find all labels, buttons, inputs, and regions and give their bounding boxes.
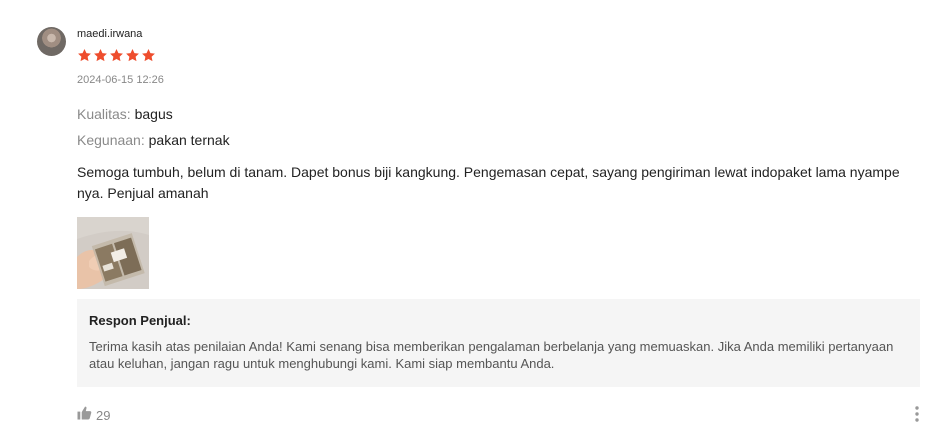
review-comment: Semoga tumbuh, belum di tanam. Dapet bon… xyxy=(77,164,900,201)
star-icon xyxy=(126,48,139,62)
review-timestamp: 2024-06-15 12:26 xyxy=(77,74,164,86)
star-rating xyxy=(77,48,156,63)
product-review: maedi.irwana 2024-06-15 12:26 Kualitas: … xyxy=(0,0,937,438)
seller-response-text: Terima kasih atas penilaian Anda! Kami s… xyxy=(89,339,894,371)
more-vertical-icon xyxy=(915,406,919,422)
avatar[interactable] xyxy=(37,27,66,56)
star-icon xyxy=(94,48,107,62)
attribute-usage-label: Kegunaan: xyxy=(77,132,145,148)
star-icon xyxy=(78,48,91,62)
thumbs-up-icon xyxy=(77,406,92,425)
star-icon xyxy=(110,48,123,62)
attribute-quality: Kualitas: bagus xyxy=(77,106,173,122)
seller-response: Respon Penjual: Terima kasih atas penila… xyxy=(77,299,920,387)
star-icon xyxy=(142,48,155,62)
review-username[interactable]: maedi.irwana xyxy=(77,28,142,40)
more-options-button[interactable] xyxy=(911,405,923,423)
attribute-quality-label: Kualitas: xyxy=(77,106,131,122)
attribute-quality-value: bagus xyxy=(134,106,173,122)
like-button[interactable]: 29 xyxy=(77,406,110,425)
like-count: 29 xyxy=(96,408,111,423)
attribute-usage: Kegunaan: pakan ternak xyxy=(77,132,230,148)
attribute-usage-value: pakan ternak xyxy=(148,132,230,148)
review-photo-thumbnail[interactable] xyxy=(77,217,149,289)
seller-response-title: Respon Penjual: xyxy=(89,313,191,328)
